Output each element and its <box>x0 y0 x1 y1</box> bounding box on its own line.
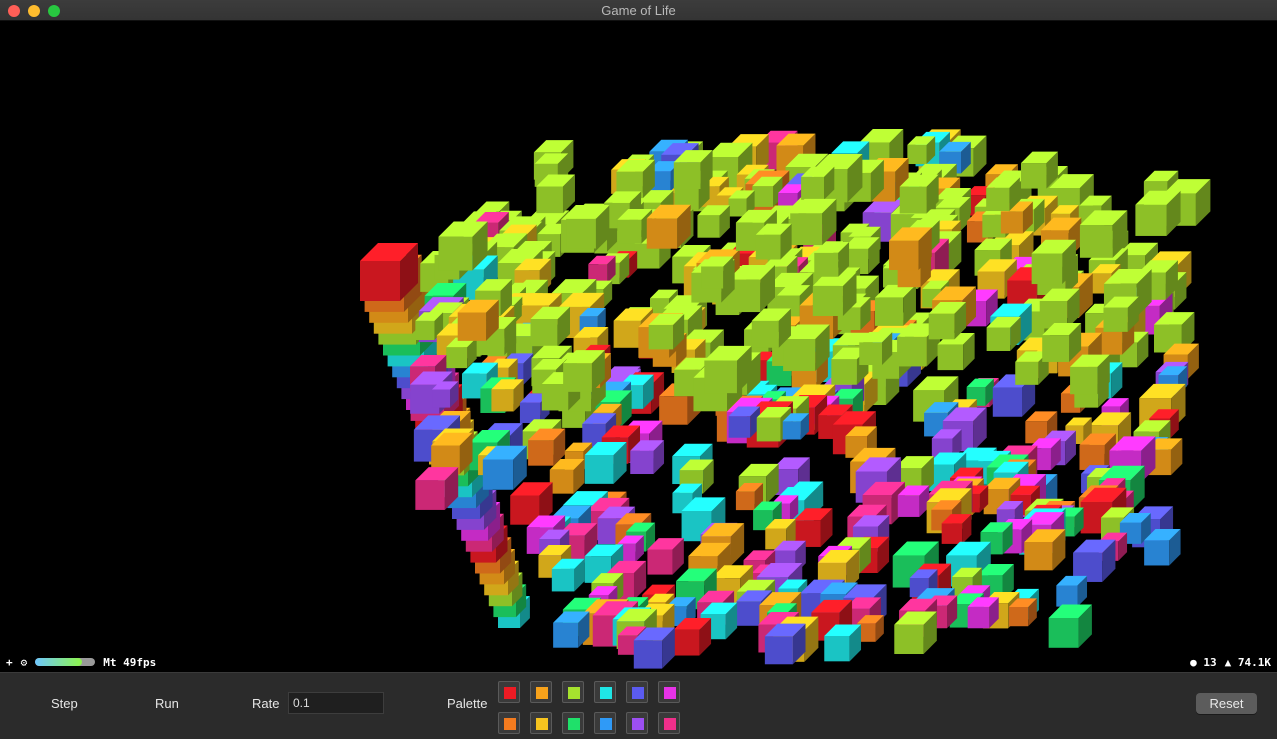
load-meter-fill <box>35 658 83 666</box>
palette-swatch[interactable] <box>658 712 680 734</box>
swatch-color <box>664 687 676 699</box>
palette-swatch[interactable] <box>658 681 680 703</box>
hud-stats-right: ● 13 ▲ 74.1K <box>1190 655 1271 669</box>
reset-button[interactable]: Reset <box>1196 693 1257 714</box>
swatch-color <box>632 718 644 730</box>
node-count: ● 13 <box>1190 655 1217 669</box>
palette-swatch[interactable] <box>530 712 552 734</box>
step-button[interactable]: Step <box>51 693 78 715</box>
swatch-color <box>536 687 548 699</box>
triangle-count: ▲ 74.1K <box>1224 655 1271 669</box>
swatch-color <box>568 718 580 730</box>
swatch-color <box>536 718 548 730</box>
swatch-color <box>568 687 580 699</box>
voxel-cube <box>1056 575 1088 607</box>
rate-label: Rate <box>252 696 280 711</box>
title-bar: Game of Life <box>0 0 1277 21</box>
voxel-cube <box>1135 190 1181 236</box>
add-icon[interactable]: + <box>6 656 13 669</box>
3d-viewport[interactable]: + ⚙ Mt 49fps ● 13 ▲ 74.1K <box>0 21 1277 672</box>
window-title: Game of Life <box>601 3 676 18</box>
fps-readout: Mt 49fps <box>103 655 157 669</box>
voxel-scene <box>360 129 1211 669</box>
hud-stats-left: + ⚙ Mt 49fps <box>6 655 156 669</box>
swatch-color <box>664 718 676 730</box>
voxel-cube <box>1048 604 1092 648</box>
swatch-color <box>600 718 612 730</box>
rate-input[interactable] <box>288 692 384 714</box>
palette-swatch[interactable] <box>498 712 520 734</box>
swatch-color <box>504 687 516 699</box>
palette-swatch[interactable] <box>562 712 584 734</box>
palette-label: Palette <box>447 696 488 711</box>
swatch-color <box>600 687 612 699</box>
palette-swatch[interactable] <box>594 681 616 703</box>
settings-icon[interactable]: ⚙ <box>21 656 28 669</box>
swatch-color <box>632 687 644 699</box>
palette-swatch[interactable] <box>594 712 616 734</box>
palette-swatch[interactable] <box>562 681 584 703</box>
swatch-color <box>504 718 516 730</box>
palette-swatch[interactable] <box>498 681 520 703</box>
control-bar: Step Run Rate Palette Reset <box>0 672 1277 739</box>
load-meter <box>35 658 96 666</box>
palette-swatch[interactable] <box>626 681 648 703</box>
palette-swatch[interactable] <box>626 712 648 734</box>
run-button[interactable]: Run <box>155 693 179 715</box>
voxel-cube <box>1073 539 1116 582</box>
palette-swatch[interactable] <box>530 681 552 703</box>
